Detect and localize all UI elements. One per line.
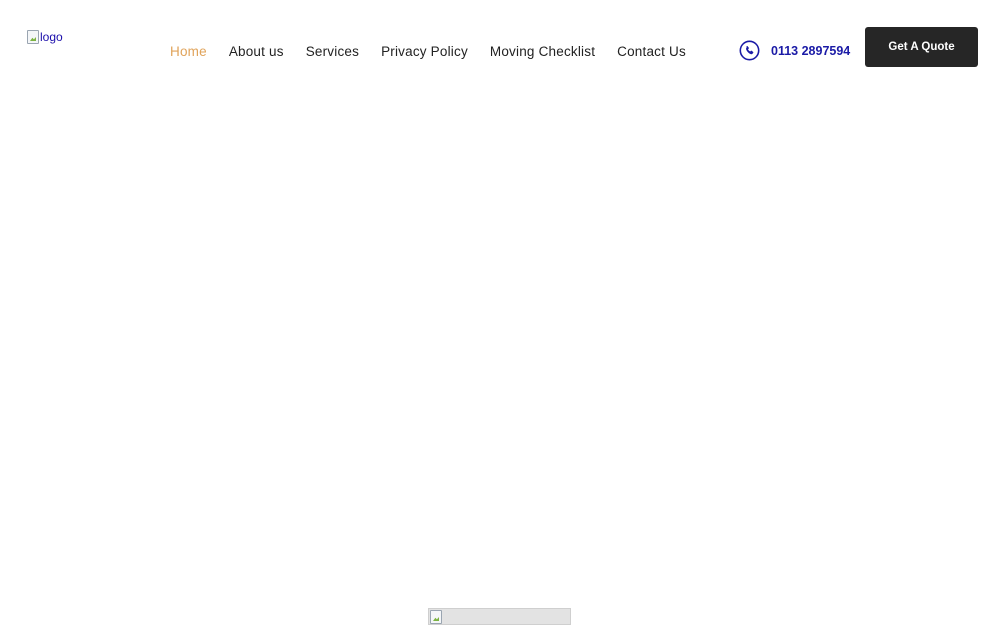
phone-number: 0113 2897594 [771,43,851,58]
bottom-image-placeholder [428,608,571,625]
main-nav: Home About us Services Privacy Policy Mo… [170,44,686,59]
nav-item-about-us[interactable]: About us [229,44,284,59]
page: logo Home About us Services Privacy Poli… [0,0,1000,625]
nav-item-moving-checklist[interactable]: Moving Checklist [490,44,595,59]
nav-item-services[interactable]: Services [306,44,359,59]
phone-icon [739,40,760,61]
broken-image-icon [27,30,39,44]
broken-image-icon [430,610,442,624]
logo-alt-text: logo [40,30,63,44]
nav-item-privacy-policy[interactable]: Privacy Policy [381,44,468,59]
nav-item-home[interactable]: Home [170,44,207,59]
logo-link[interactable]: logo [27,30,63,44]
get-a-quote-button[interactable]: Get A Quote [865,27,978,67]
phone-link[interactable]: 0113 2897594 [739,40,850,61]
nav-item-contact-us[interactable]: Contact Us [617,44,686,59]
